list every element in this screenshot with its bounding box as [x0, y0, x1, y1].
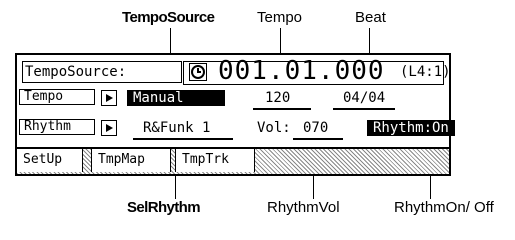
beat-value-underline — [333, 108, 395, 110]
rhythm-status[interactable]: Rhythm:On — [367, 120, 455, 136]
tempo-row-label: Tempo — [19, 89, 95, 105]
rhythm-vol-value[interactable]: 070 — [303, 120, 328, 136]
clock-icon — [189, 63, 207, 81]
rhythm-row-label: Rhythm — [19, 119, 95, 135]
rhythm-vol-underline — [293, 138, 343, 140]
lcd-screen: TempoSource: 001.01.000 (L4:1) Tempo Man… — [15, 53, 455, 176]
zoom-ratio: (L4:1) — [400, 64, 451, 80]
callout-tempo: Tempo — [257, 9, 303, 26]
tempo-value[interactable]: 120 — [265, 90, 290, 106]
beat-value[interactable]: 04/04 — [343, 90, 385, 106]
tempo-source-value[interactable]: Manual — [127, 90, 225, 106]
position-counter: 001.01.000 — [218, 56, 385, 86]
tab-setup[interactable]: SetUp — [17, 149, 83, 172]
tab-tmptrk[interactable]: TmpTrk — [175, 149, 255, 172]
tempo-play-button[interactable] — [101, 90, 117, 106]
callout-rhythm-vol: RhythmVol — [267, 199, 340, 216]
rhythm-vol-label: Vol: — [257, 120, 291, 136]
callout-tempo-source: TempoSource — [122, 9, 215, 26]
callout-rhythm-on-off: RhythmOn/ Off — [394, 199, 494, 216]
callout-beat: Beat — [355, 9, 386, 26]
rhythm-play-button[interactable] — [101, 120, 117, 136]
rhythm-pattern[interactable]: R&Funk 1 — [143, 120, 210, 136]
tempo-source-label: TempoSource: — [25, 64, 127, 80]
tab-bar: SetUp TmpMap TmpTrk — [17, 147, 449, 174]
tab-tmpmap[interactable]: TmpMap — [91, 149, 171, 172]
callout-sel-rhythm: SelRhythm — [127, 199, 201, 216]
rhythm-pattern-underline — [133, 138, 233, 140]
tempo-value-underline — [253, 108, 311, 110]
